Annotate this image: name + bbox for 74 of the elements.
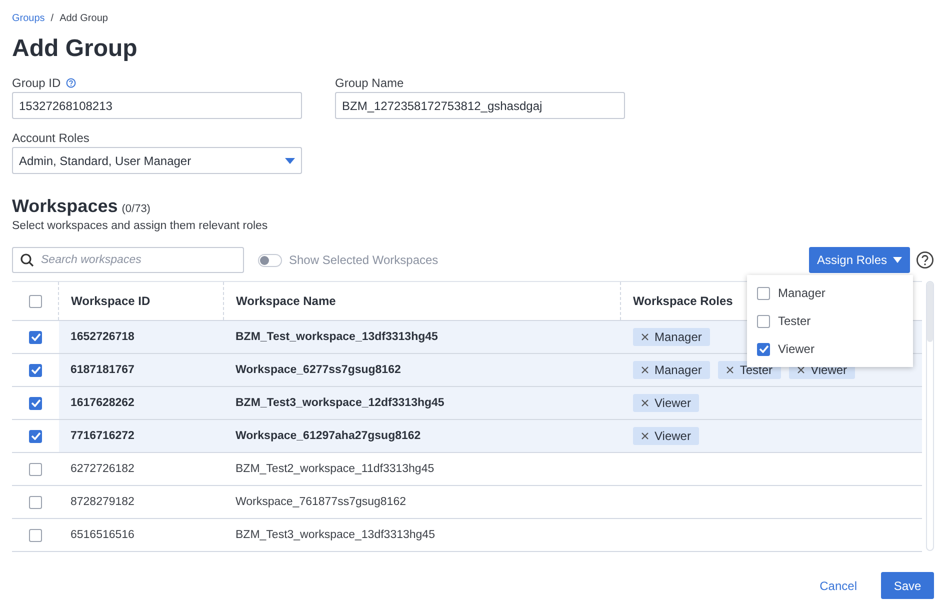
role-name: Viewer — [654, 396, 691, 410]
toggle-label: Show Selected Workspaces — [289, 253, 438, 267]
section-title: Workspaces — [12, 196, 118, 217]
row-checkbox[interactable] — [29, 396, 42, 410]
role-chip[interactable]: Viewer — [632, 427, 699, 445]
row-checkbox[interactable] — [29, 330, 42, 344]
role-name: Manager — [654, 363, 702, 377]
role-checkbox[interactable] — [757, 314, 770, 328]
check-icon — [30, 366, 40, 374]
role-name: Tester — [740, 363, 773, 377]
role-chip[interactable]: Manager — [632, 328, 710, 346]
help-icon[interactable] — [916, 251, 934, 269]
field-label: Account Roles — [12, 131, 90, 145]
table-cell: 7716716272 — [58, 420, 224, 452]
role-chip[interactable]: Manager — [632, 361, 710, 379]
breadcrumb-link[interactable]: Groups — [12, 12, 45, 24]
selection-count: (0/73) — [122, 203, 150, 215]
role-menu-item[interactable]: Viewer — [747, 335, 913, 363]
table-cell: Workspace_61297aha27gsug8162 — [224, 420, 620, 452]
scrollbar[interactable] — [926, 281, 934, 551]
cancel-button[interactable]: Cancel — [814, 572, 863, 598]
close-icon[interactable] — [726, 366, 734, 374]
table-cell: 6516516516 — [58, 518, 224, 552]
close-icon[interactable] — [640, 399, 648, 407]
column-header: Workspace Name — [224, 282, 620, 320]
caret-icon — [893, 257, 902, 263]
text-input[interactable]: 15327268108213 — [12, 92, 302, 119]
row-checkbox[interactable] — [29, 430, 42, 442]
row-checkbox[interactable] — [29, 528, 42, 542]
close-icon[interactable] — [640, 333, 648, 341]
table-cell: BZM_Test_workspace_13df3313hg45 — [224, 320, 620, 354]
row-checkbox[interactable] — [29, 496, 42, 508]
account-roles-select[interactable]: Admin, Standard, User Manager — [12, 147, 302, 174]
breadcrumb-current: Add Group — [60, 12, 108, 24]
text-input[interactable]: BZM_1272358172753812_gshasdgaj — [335, 92, 625, 119]
caret-icon — [285, 158, 295, 164]
check-icon — [758, 345, 768, 353]
role-checkbox[interactable] — [757, 286, 770, 300]
table-cell: 1617628262 — [58, 386, 224, 420]
check-icon — [30, 399, 40, 407]
role-name: Viewer — [810, 363, 848, 377]
role-name: Manager — [654, 330, 702, 344]
search-icon — [20, 253, 34, 267]
close-icon[interactable] — [640, 432, 648, 440]
table-cell: Workspace_6277ss7gsug8162 — [224, 354, 620, 386]
table-cell: 8728279182 — [58, 486, 224, 518]
breadcrumb-separator: / — [50, 12, 54, 24]
field-label: Group ID — [12, 76, 61, 90]
role-menu-item[interactable]: Manager — [747, 279, 913, 307]
search-field[interactable]: Search workspaces — [12, 247, 244, 273]
close-icon[interactable] — [796, 366, 805, 374]
toggle-switch[interactable] — [258, 254, 282, 266]
row-checkbox[interactable] — [29, 364, 42, 376]
field-label: Group Name — [335, 76, 404, 90]
check-icon — [30, 333, 40, 341]
table-cell: 6187181767 — [58, 354, 224, 386]
table-cell: BZM_Test3_workspace_12df3313hg45 — [224, 386, 620, 420]
role-name: Viewer — [654, 429, 691, 443]
table-cell: BZM_Test3_workspace_13df3313hg45 — [224, 518, 620, 552]
close-icon[interactable] — [640, 366, 648, 374]
assign-roles-button[interactable]: Assign Roles — [808, 247, 910, 273]
table-cell: 6272726182 — [58, 452, 224, 486]
check-icon — [30, 432, 40, 440]
table-cell: Workspace_761877ss7gsug8162 — [224, 486, 620, 518]
row-checkbox[interactable] — [29, 462, 42, 476]
section-subtitle: Select workspaces and assign them relevant roles — [12, 220, 269, 232]
select-all-checkbox[interactable] — [29, 295, 42, 308]
help-icon[interactable] — [66, 78, 76, 88]
save-button[interactable]: Save — [881, 572, 934, 599]
role-chip[interactable]: Viewer — [632, 394, 699, 412]
role-checkbox[interactable] — [757, 342, 770, 356]
table-cell: 1652726718 — [58, 320, 224, 354]
table-cell: BZM_Test2_workspace_11df3313hg45 — [224, 452, 620, 486]
page-title: Add Group — [12, 34, 138, 64]
